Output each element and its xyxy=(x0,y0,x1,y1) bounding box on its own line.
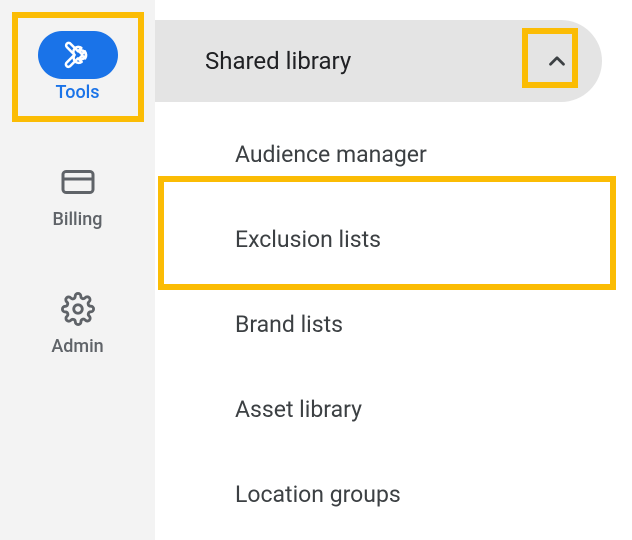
menu-item-label: Asset library xyxy=(235,396,362,423)
menu-item-label: Audience manager xyxy=(235,141,427,168)
sidebar-billing-label: Billing xyxy=(53,209,103,230)
sidebar: Tools Billing Admin xyxy=(0,0,155,540)
menu-item-asset-library[interactable]: Asset library xyxy=(155,367,632,452)
menu-item-label: Location groups xyxy=(235,481,401,508)
main-panel: Shared library Audience manager Exclusio… xyxy=(155,0,632,540)
menu-item-location-groups[interactable]: Location groups xyxy=(155,452,632,537)
menu-item-audience-manager[interactable]: Audience manager xyxy=(155,112,632,197)
shared-library-title: Shared library xyxy=(205,47,532,75)
chevron-up-icon xyxy=(544,48,570,74)
wrench-icon xyxy=(63,40,93,70)
sidebar-item-tools[interactable]: Tools xyxy=(0,20,155,117)
menu-item-brand-lists[interactable]: Brand lists xyxy=(155,282,632,367)
shared-library-header[interactable]: Shared library xyxy=(155,20,602,102)
credit-card-icon xyxy=(60,164,96,200)
sidebar-tools-label: Tools xyxy=(55,82,99,103)
menu-item-exclusion-lists[interactable]: Exclusion lists xyxy=(155,197,632,282)
sidebar-admin-label: Admin xyxy=(51,336,103,357)
menu-item-label: Brand lists xyxy=(235,311,343,338)
tools-pill xyxy=(38,31,118,79)
admin-icon-wrap xyxy=(61,286,95,332)
sidebar-item-billing[interactable]: Billing xyxy=(0,147,155,244)
gear-icon xyxy=(61,292,95,326)
collapse-button[interactable] xyxy=(532,36,582,86)
billing-icon-wrap xyxy=(60,159,96,205)
sidebar-item-admin[interactable]: Admin xyxy=(0,274,155,371)
shared-library-menu: Audience manager Exclusion lists Brand l… xyxy=(155,112,632,537)
tools-icon-wrap xyxy=(38,32,118,78)
menu-item-label: Exclusion lists xyxy=(235,226,381,253)
